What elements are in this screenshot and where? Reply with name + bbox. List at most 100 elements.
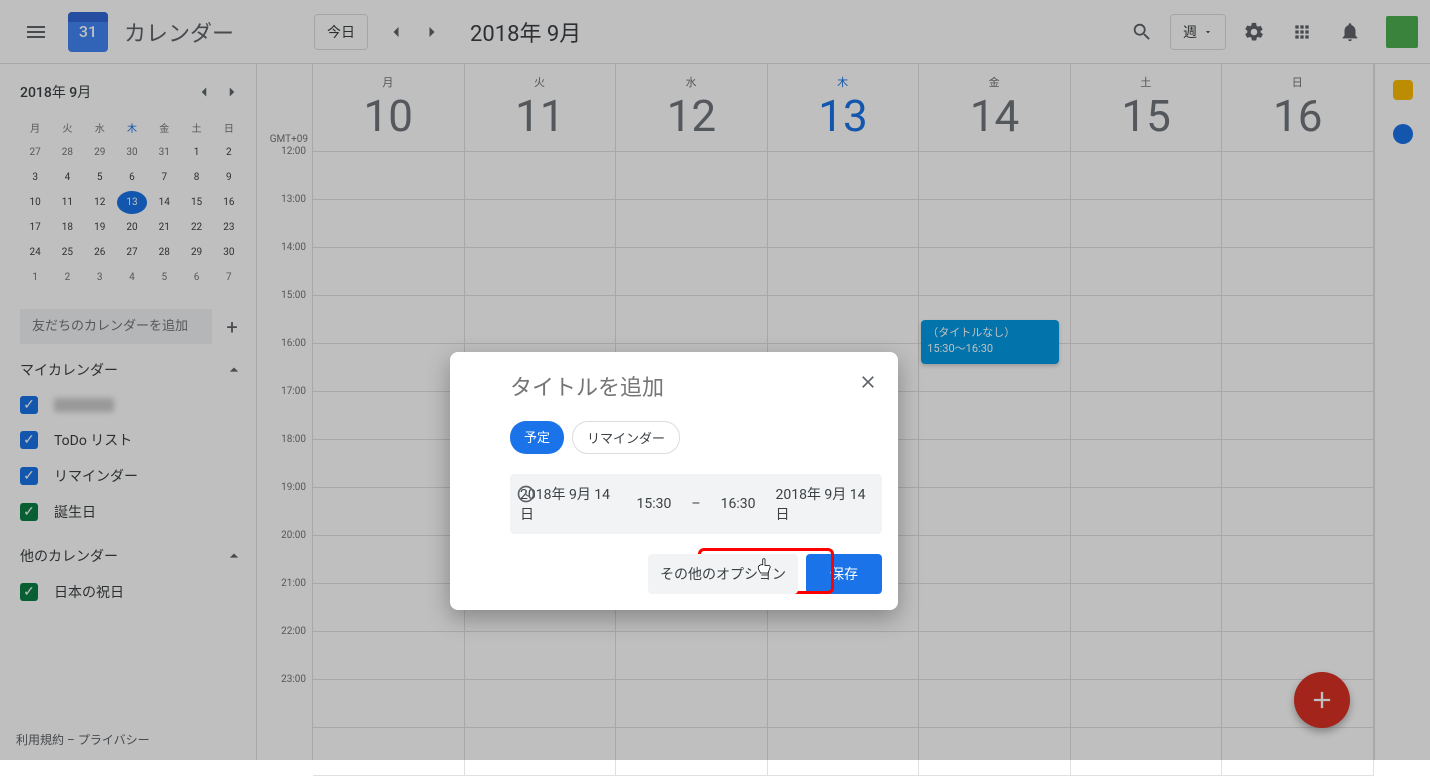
mini-cal-day[interactable]: 22 <box>181 216 211 239</box>
terms-link[interactable]: 利用規約 <box>16 733 64 747</box>
hour-cell[interactable] <box>1222 296 1373 344</box>
mini-cal-day[interactable]: 23 <box>214 216 244 239</box>
calendar-checkbox[interactable]: ✓ <box>20 396 38 414</box>
mini-cal-day[interactable]: 4 <box>117 266 147 289</box>
hour-cell[interactable] <box>1222 632 1373 680</box>
day-column[interactable]: 日16 <box>1222 64 1374 776</box>
my-calendars-header[interactable]: マイカレンダー <box>20 360 244 380</box>
mini-cal-day[interactable]: 28 <box>149 241 179 264</box>
hour-cell[interactable] <box>465 680 616 728</box>
view-selector[interactable]: 週 <box>1170 14 1226 50</box>
mini-cal-day[interactable]: 21 <box>149 216 179 239</box>
calendar-checkbox[interactable]: ✓ <box>20 503 38 521</box>
chip-reminder[interactable]: リマインダー <box>572 421 680 454</box>
mini-cal-day[interactable]: 24 <box>20 241 50 264</box>
mini-cal-day[interactable]: 7 <box>149 166 179 189</box>
mini-cal-prev-icon[interactable] <box>192 80 216 104</box>
hour-cell[interactable] <box>1071 632 1222 680</box>
keep-icon[interactable] <box>1393 80 1413 100</box>
hour-cell[interactable] <box>1071 536 1222 584</box>
end-date[interactable]: 2018年 9月 14日 <box>775 484 872 524</box>
hour-cell[interactable] <box>313 488 464 536</box>
hour-cell[interactable] <box>1071 440 1222 488</box>
day-header[interactable]: 金14 <box>919 64 1070 152</box>
hour-cell[interactable] <box>616 728 767 776</box>
hour-cell[interactable] <box>1222 440 1373 488</box>
add-calendar-icon[interactable]: + <box>220 315 244 339</box>
hour-cell[interactable] <box>768 200 919 248</box>
hour-cell[interactable] <box>919 248 1070 296</box>
mini-cal-day[interactable]: 13 <box>117 191 147 214</box>
next-week-icon[interactable] <box>416 16 448 48</box>
calendar-checkbox[interactable]: ✓ <box>20 467 38 485</box>
calendar-checkbox[interactable]: ✓ <box>20 431 38 449</box>
search-icon[interactable] <box>1122 12 1162 52</box>
hour-cell[interactable] <box>1071 296 1222 344</box>
day-header[interactable]: 木13 <box>768 64 919 152</box>
mini-cal-day[interactable]: 31 <box>149 141 179 164</box>
main-menu-icon[interactable] <box>12 8 60 56</box>
mini-cal-day[interactable]: 1 <box>181 141 211 164</box>
calendar-item[interactable]: ✓ <box>20 388 244 422</box>
hour-cell[interactable] <box>768 296 919 344</box>
mini-cal-day[interactable]: 30 <box>214 241 244 264</box>
mini-cal-day[interactable]: 18 <box>52 216 82 239</box>
hour-cell[interactable] <box>313 344 464 392</box>
mini-cal-day[interactable]: 27 <box>117 241 147 264</box>
mini-cal-day[interactable]: 1 <box>20 266 50 289</box>
hour-cell[interactable] <box>919 152 1070 200</box>
mini-cal-day[interactable]: 5 <box>149 266 179 289</box>
mini-cal-day[interactable]: 7 <box>214 266 244 289</box>
mini-cal-day[interactable]: 27 <box>20 141 50 164</box>
hour-cell[interactable] <box>313 440 464 488</box>
hour-cell[interactable] <box>1071 584 1222 632</box>
hour-cell[interactable] <box>919 584 1070 632</box>
more-options-button[interactable]: その他のオプション <box>648 554 798 594</box>
day-header[interactable]: 水12 <box>616 64 767 152</box>
hour-cell[interactable] <box>616 632 767 680</box>
hour-cell[interactable] <box>313 680 464 728</box>
mini-cal-day[interactable]: 3 <box>85 266 115 289</box>
hour-cell[interactable] <box>1071 680 1222 728</box>
hour-cell[interactable] <box>616 152 767 200</box>
hour-cell[interactable] <box>1222 488 1373 536</box>
mini-cal-day[interactable]: 19 <box>85 216 115 239</box>
hour-cell[interactable] <box>465 728 616 776</box>
chip-event[interactable]: 予定 <box>510 421 564 454</box>
hour-cell[interactable] <box>313 584 464 632</box>
privacy-link[interactable]: プライバシー <box>78 733 150 747</box>
prev-week-icon[interactable] <box>380 16 412 48</box>
mini-cal-day[interactable]: 29 <box>181 241 211 264</box>
hour-cell[interactable] <box>768 632 919 680</box>
hour-cell[interactable] <box>1222 584 1373 632</box>
hour-cell[interactable] <box>616 200 767 248</box>
mini-cal-day[interactable]: 8 <box>181 166 211 189</box>
hour-cell[interactable] <box>768 152 919 200</box>
hour-cell[interactable] <box>1071 248 1222 296</box>
mini-cal-day[interactable]: 17 <box>20 216 50 239</box>
mini-cal-day[interactable]: 29 <box>85 141 115 164</box>
day-header[interactable]: 火11 <box>465 64 616 152</box>
mini-cal-day[interactable]: 16 <box>214 191 244 214</box>
hour-cell[interactable] <box>1071 200 1222 248</box>
hour-cell[interactable] <box>919 440 1070 488</box>
event-time-row[interactable]: 2018年 9月 14日 15:30 – 16:30 2018年 9月 14日 <box>510 474 882 534</box>
hour-cell[interactable] <box>1222 344 1373 392</box>
hour-cell[interactable] <box>313 632 464 680</box>
hour-cell[interactable] <box>1222 248 1373 296</box>
event-block[interactable]: （タイトルなし） 15:30～16:30 <box>921 320 1059 364</box>
calendar-item[interactable]: ✓ToDo リスト <box>20 422 244 458</box>
hour-cell[interactable] <box>919 488 1070 536</box>
mini-cal-day[interactable]: 6 <box>117 166 147 189</box>
hour-cell[interactable] <box>313 296 464 344</box>
hour-cell[interactable] <box>768 728 919 776</box>
hour-cell[interactable] <box>919 680 1070 728</box>
add-friend-input[interactable] <box>20 309 212 344</box>
mini-cal-day[interactable]: 2 <box>214 141 244 164</box>
mini-cal-day[interactable]: 5 <box>85 166 115 189</box>
hour-cell[interactable] <box>465 248 616 296</box>
day-column[interactable]: 土15 <box>1071 64 1223 776</box>
mini-cal-day[interactable]: 30 <box>117 141 147 164</box>
mini-cal-day[interactable]: 15 <box>181 191 211 214</box>
hour-cell[interactable] <box>313 392 464 440</box>
